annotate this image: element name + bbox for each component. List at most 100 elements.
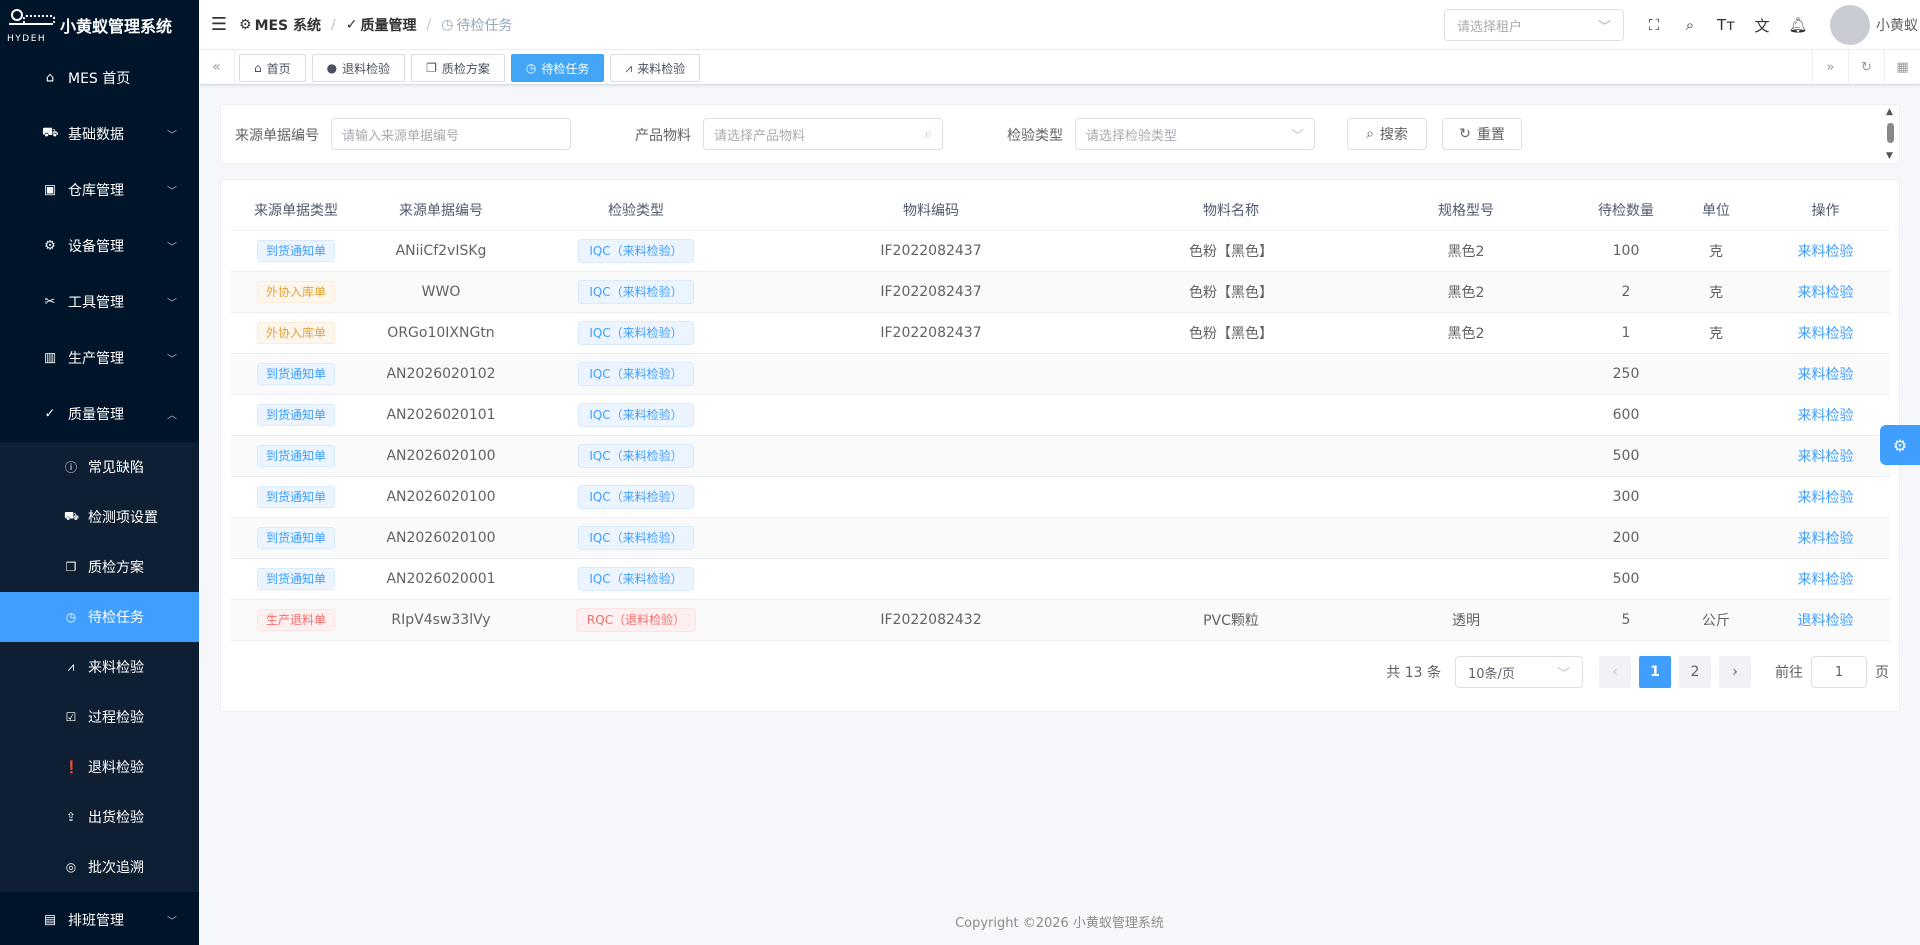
- cell-src-type: 到货通知单: [231, 353, 361, 395]
- grid-icon[interactable]: ▦: [1884, 50, 1920, 84]
- table-row: 外协入库单 ORGo10IXNGtn IQC（来料检验） IF2022082437 色粉…: [231, 312, 1890, 354]
- cell-operation: 来料检验: [1761, 394, 1890, 436]
- inspect-action-link[interactable]: 来料检验: [1798, 572, 1854, 588]
- tag-home[interactable]: ⌂ 首页: [239, 54, 306, 82]
- chevron-down-icon: ﹀: [1597, 19, 1611, 35]
- scroll-up-icon[interactable]: ▲: [1886, 107, 1893, 117]
- scroll-right-icon[interactable]: »: [1812, 50, 1848, 84]
- clipboard-check-icon: ☑: [65, 710, 77, 724]
- tag-incoming-inspection[interactable]: ⩘ 来料检验: [610, 54, 701, 82]
- search-panel-scrollbar[interactable]: ▲ ▼: [1885, 107, 1897, 161]
- cell-material-name: 色粉【黑色】: [1111, 230, 1351, 272]
- sidebar-item-inspection-items[interactable]: ⛟ 检测项设置: [0, 492, 199, 542]
- prev-page-button[interactable]: ‹: [1599, 656, 1631, 688]
- settings-gear-icon[interactable]: ⚙: [1880, 425, 1920, 465]
- box-out-icon: ⇪: [65, 810, 77, 824]
- translate-icon[interactable]: 文: [1744, 0, 1780, 50]
- sidebar-item-qc-plan[interactable]: ❐ 质检方案: [0, 542, 199, 592]
- cell-qty: 300: [1581, 476, 1671, 518]
- font-size-icon[interactable]: Tт: [1708, 0, 1744, 50]
- source-no-input[interactable]: 请输入来源单据编号: [331, 118, 571, 150]
- inspect-type-select[interactable]: 请选择检验类型 ﹀: [1075, 118, 1315, 150]
- sidebar-item-production[interactable]: ▥ 生产管理 ﹀: [0, 330, 199, 386]
- warning-circle-icon: ●: [326, 61, 338, 75]
- page-jump-input[interactable]: 1: [1811, 656, 1867, 688]
- inspect-action-link[interactable]: 来料检验: [1798, 408, 1854, 424]
- next-page-button[interactable]: ›: [1719, 656, 1751, 688]
- sidebar-item-quality[interactable]: ✓ 质量管理 ︿: [0, 386, 199, 442]
- reset-button[interactable]: ↻ 重置: [1442, 118, 1522, 150]
- page-size-select[interactable]: 10条/页 ﹀: [1455, 656, 1583, 688]
- breadcrumb-item-mes[interactable]: ⚙ MES 系统: [239, 15, 321, 35]
- product-label: 产品物料: [635, 128, 691, 144]
- inspect-action-link[interactable]: 来料检验: [1798, 244, 1854, 260]
- cell-material-name: [1111, 517, 1351, 559]
- cell-src-no: WWO: [361, 271, 521, 313]
- breadcrumb-item-quality[interactable]: ✓ 质量管理: [346, 15, 417, 35]
- sidebar-item-incoming-inspection[interactable]: ⩘ 来料检验: [0, 642, 199, 692]
- inspect-action-link[interactable]: 退料检验: [1798, 613, 1854, 629]
- product-input[interactable]: 请选择产品物料 ⌕: [703, 118, 943, 150]
- cell-src-type: 到货通知单: [231, 476, 361, 518]
- inspect-type-badge: RQC（退料检验）: [575, 607, 697, 632]
- scrollbar-thumb[interactable]: [1887, 123, 1894, 143]
- sidebar-item-outgoing-inspection[interactable]: ⇪ 出货检验: [0, 792, 199, 842]
- sidebar-item-batch-trace[interactable]: ◎ 批次追溯: [0, 842, 199, 892]
- sidebar-item-tools[interactable]: ✂ 工具管理 ﹀: [0, 274, 199, 330]
- home-icon: ⌂: [254, 61, 262, 75]
- tag-pending-tasks[interactable]: ◷ 待检任务: [510, 54, 605, 82]
- bell-icon[interactable]: 🔔︎: [1780, 0, 1816, 50]
- page-button-2[interactable]: 2: [1679, 656, 1711, 688]
- tag-qc-plan[interactable]: ❐ 质检方案: [411, 54, 505, 82]
- search-button[interactable]: ⌕ 搜索: [1347, 118, 1427, 150]
- sidebar-item-basic-data[interactable]: ⛟ 基础数据 ﹀: [0, 106, 199, 162]
- inspect-action-link[interactable]: 来料检验: [1798, 285, 1854, 301]
- cell-inspect-type: IQC（来料检验）: [521, 558, 751, 600]
- inspect-action-link[interactable]: 来料检验: [1798, 326, 1854, 342]
- cell-src-no: ORGo10IXNGtn: [361, 312, 521, 354]
- source-type-badge: 到货通知单: [256, 526, 335, 549]
- cell-qty: 250: [1581, 353, 1671, 395]
- refresh-icon[interactable]: ↻: [1848, 50, 1884, 84]
- scroll-left-icon[interactable]: «: [199, 50, 235, 84]
- inspect-action-link[interactable]: 来料检验: [1798, 449, 1854, 465]
- cell-material-name: 色粉【黑色】: [1111, 271, 1351, 313]
- cell-qty: 600: [1581, 394, 1671, 436]
- cell-spec: 黑色2: [1351, 312, 1581, 354]
- sidebar-item-warehouse[interactable]: ▣ 仓库管理 ﹀: [0, 162, 199, 218]
- fullscreen-icon[interactable]: ⛶: [1636, 0, 1672, 50]
- avatar[interactable]: [1830, 5, 1870, 45]
- sidebar-item-equipment[interactable]: ⚙ 设备管理 ﹀: [0, 218, 199, 274]
- cell-spec: [1351, 517, 1581, 559]
- page-button-1[interactable]: 1: [1639, 656, 1671, 688]
- sidebar-item-return-inspection[interactable]: ❗ 退料检验: [0, 742, 199, 792]
- sidebar-item-mes-home[interactable]: ⌂ MES 首页: [0, 50, 199, 106]
- source-type-badge: 到货通知单: [256, 567, 335, 590]
- chevron-down-icon: ﹀: [167, 916, 177, 928]
- tags-view: « ⌂ 首页 ● 退料检验 ❐ 质检方案 ◷ 待检任务 ⩘ 来料检验 » ↻ ▦: [199, 50, 1920, 85]
- breadcrumb-separator: /: [426, 16, 432, 33]
- hamburger-icon[interactable]: ☰: [199, 0, 239, 50]
- col-header: 来源单据编号: [361, 190, 521, 231]
- sidebar-item-pending-tasks[interactable]: ◷ 待检任务: [0, 592, 199, 642]
- search-icon: ⌕: [924, 126, 932, 142]
- inspect-action-link[interactable]: 来料检验: [1798, 531, 1854, 547]
- cell-material-code: [751, 435, 1111, 477]
- inspect-action-link[interactable]: 来料检验: [1798, 490, 1854, 506]
- inspect-action-link[interactable]: 来料检验: [1798, 367, 1854, 383]
- logo[interactable]: HYDEH 小黄蚁管理系统: [0, 0, 199, 50]
- col-header: 物料名称: [1111, 190, 1351, 231]
- tenant-select[interactable]: 请选择租户 ﹀: [1444, 9, 1624, 41]
- inspect-type-badge: IQC（来料检验）: [578, 443, 694, 468]
- cell-src-type: 外协入库单: [231, 271, 361, 313]
- username[interactable]: 小黄蚁: [1876, 15, 1920, 35]
- home-icon: ⌂: [45, 70, 55, 86]
- search-icon[interactable]: ⌕: [1672, 0, 1708, 50]
- sidebar-item-common-defects[interactable]: ⓘ 常见缺陷: [0, 442, 199, 492]
- inspect-type-badge: IQC（来料检验）: [578, 279, 694, 304]
- inspect-type-badge: IQC（来料检验）: [578, 402, 694, 427]
- sidebar-item-scheduling[interactable]: ▤ 排班管理 ﹀: [0, 892, 199, 945]
- scroll-down-icon[interactable]: ▼: [1886, 151, 1893, 161]
- sidebar-item-process-inspection[interactable]: ☑ 过程检验: [0, 692, 199, 742]
- tag-return-inspection[interactable]: ● 退料检验: [311, 54, 406, 82]
